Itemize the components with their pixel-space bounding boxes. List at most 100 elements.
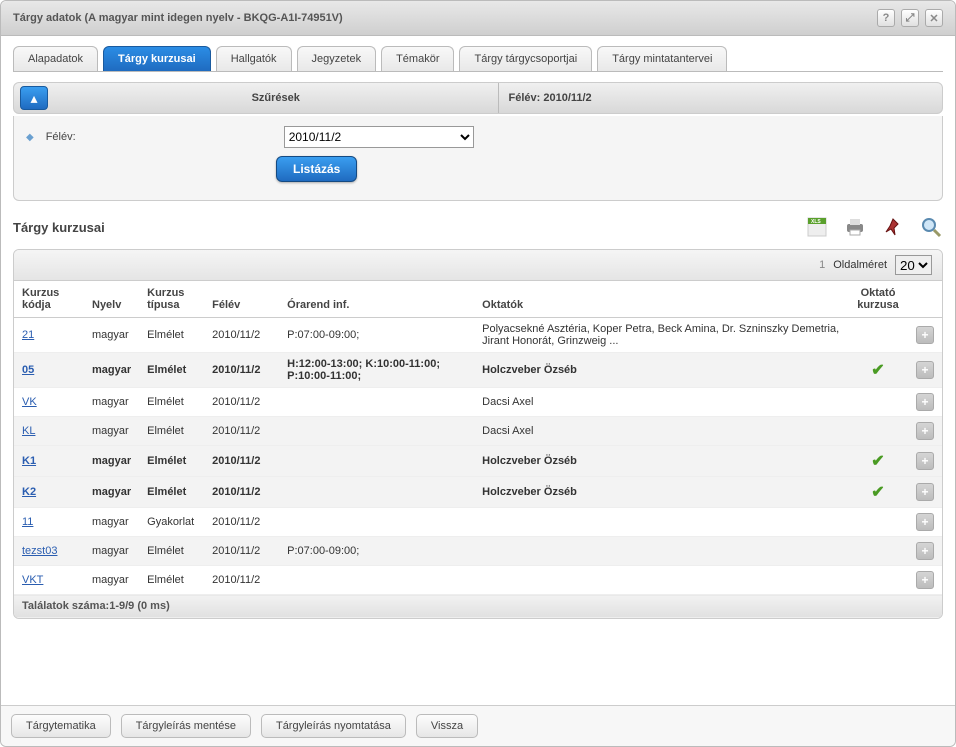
col-own[interactable]: Oktató kurzusa: [848, 281, 908, 318]
bottom-bar: Tárgytematika Tárgyleírás mentése Tárgyleí…: [1, 705, 955, 746]
course-table: Kurzus kódja Nyelv Kurzus típusa Félév Ó…: [14, 281, 942, 618]
cell-teachers: Holczveber Özséb: [474, 477, 848, 508]
tab-tárgy-mintatantervei[interactable]: Tárgy mintatantervei: [597, 46, 727, 71]
cell-type: Elmélet: [139, 477, 204, 508]
tab-jegyzetek[interactable]: Jegyzetek: [297, 46, 377, 71]
tab-tárgy-kurzusai[interactable]: Tárgy kurzusai: [103, 46, 211, 71]
cell-teachers: Polyacsekné Asztéria, Koper Petra, Beck …: [474, 318, 848, 353]
course-code-link[interactable]: K2: [22, 486, 36, 498]
close-icon[interactable]: ✕: [925, 9, 943, 27]
row-expand-button[interactable]: +: [916, 542, 934, 560]
list-button[interactable]: Listázás: [276, 156, 357, 182]
col-type[interactable]: Kurzus típusa: [139, 281, 204, 318]
cell-lang: magyar: [84, 388, 139, 417]
cell-type: Elmélet: [139, 388, 204, 417]
cell-sem: 2010/11/2: [204, 537, 279, 566]
row-expand-button[interactable]: +: [916, 483, 934, 501]
row-expand-button[interactable]: +: [916, 513, 934, 531]
tab-alapadatok[interactable]: Alapadatok: [13, 46, 98, 71]
cell-lang: magyar: [84, 508, 139, 537]
cell-sem: 2010/11/2: [204, 446, 279, 477]
tab-témakör[interactable]: Témakör: [381, 46, 454, 71]
bottom-button-tárgytematika[interactable]: Tárgytematika: [11, 714, 111, 738]
row-expand-button[interactable]: +: [916, 326, 934, 344]
cell-lang: magyar: [84, 537, 139, 566]
pin-icon[interactable]: [881, 215, 905, 239]
export-xls-icon[interactable]: XLS: [805, 215, 829, 239]
course-code-link[interactable]: KL: [22, 425, 35, 437]
row-expand-button[interactable]: +: [916, 571, 934, 589]
cell-type: Elmélet: [139, 446, 204, 477]
cell-sem: 2010/11/2: [204, 353, 279, 388]
tab-hallgatók[interactable]: Hallgatók: [216, 46, 292, 71]
cell-teachers: [474, 537, 848, 566]
course-code-link[interactable]: 21: [22, 329, 34, 341]
pager: 1 Oldalméret 20: [14, 250, 942, 281]
col-lang[interactable]: Nyelv: [84, 281, 139, 318]
table-row: tezst03magyarElmélet2010/11/2P:07:00-09:…: [14, 537, 942, 566]
cell-own: [848, 388, 908, 417]
expand-icon[interactable]: ⤢: [901, 9, 919, 27]
cell-sem: 2010/11/2: [204, 388, 279, 417]
course-code-link[interactable]: 05: [22, 364, 34, 376]
content-area: AlapadatokTárgy kurzusaiHallgatókJegyzet…: [1, 36, 955, 705]
tab-bar: AlapadatokTárgy kurzusaiHallgatókJegyzet…: [13, 46, 943, 72]
course-code-link[interactable]: VKT: [22, 574, 43, 586]
course-code-link[interactable]: tezst03: [22, 545, 57, 557]
table-footer: Találatok száma:1-9/9 (0 ms): [14, 595, 942, 618]
cell-type: Elmélet: [139, 318, 204, 353]
cell-own: [848, 417, 908, 446]
print-icon[interactable]: [843, 215, 867, 239]
bottom-button-tárgyleírás-mentése[interactable]: Tárgyleírás mentése: [121, 714, 251, 738]
col-teachers[interactable]: Oktatók: [474, 281, 848, 318]
cell-sched: [279, 508, 474, 537]
cell-sched: H:12:00-13:00; K:10:00-11:00; P:10:00-11…: [279, 353, 474, 388]
window-title: Tárgy adatok (A magyar mint idegen nyelv…: [13, 12, 343, 24]
filter-header: ▴ Szűrések Félév: 2010/11/2: [13, 82, 943, 114]
col-code[interactable]: Kurzus kódja: [14, 281, 84, 318]
titlebar-actions: ? ⤢ ✕: [877, 9, 943, 27]
tab-tárgy-tárgycsoportjai[interactable]: Tárgy tárgycsoportjai: [459, 46, 592, 71]
cell-lang: magyar: [84, 446, 139, 477]
cell-lang: magyar: [84, 318, 139, 353]
cell-own: ✔: [848, 477, 908, 508]
col-sched[interactable]: Órarend inf.: [279, 281, 474, 318]
svg-text:XLS: XLS: [811, 219, 821, 225]
semester-select[interactable]: 2010/11/2: [284, 126, 474, 148]
row-expand-button[interactable]: +: [916, 422, 934, 440]
section-title: Tárgy kurzusai: [13, 220, 105, 235]
check-icon: ✔: [871, 453, 884, 470]
filter-panel: ◆ Félév: 2010/11/2 Listázás: [13, 116, 943, 201]
semester-label: Félév:: [46, 131, 276, 143]
row-expand-button[interactable]: +: [916, 393, 934, 411]
cell-sched: [279, 417, 474, 446]
course-code-link[interactable]: 11: [22, 516, 33, 528]
cell-own: [848, 508, 908, 537]
page-size-select[interactable]: 20: [895, 255, 932, 275]
cell-sched: [279, 477, 474, 508]
col-sem[interactable]: Félév: [204, 281, 279, 318]
cell-sem: 2010/11/2: [204, 417, 279, 446]
cell-sem: 2010/11/2: [204, 477, 279, 508]
bottom-button-tárgyleírás-nyomtatása[interactable]: Tárgyleírás nyomtatása: [261, 714, 406, 738]
cell-own: [848, 318, 908, 353]
cell-teachers: [474, 566, 848, 595]
cell-lang: magyar: [84, 353, 139, 388]
course-code-link[interactable]: VK: [22, 396, 37, 408]
cell-teachers: [474, 508, 848, 537]
page-number: 1: [819, 259, 825, 271]
course-code-link[interactable]: K1: [22, 455, 36, 467]
cell-sched: P:07:00-09:00;: [279, 537, 474, 566]
row-expand-button[interactable]: +: [916, 361, 934, 379]
cell-own: ✔: [848, 353, 908, 388]
cell-sched: [279, 446, 474, 477]
cell-type: Elmélet: [139, 566, 204, 595]
table-row: VKmagyarElmélet2010/11/2Dacsi Axel+: [14, 388, 942, 417]
bottom-button-vissza[interactable]: Vissza: [416, 714, 478, 738]
collapse-filters-icon[interactable]: ▴: [20, 86, 48, 110]
help-icon[interactable]: ?: [877, 9, 895, 27]
cell-sem: 2010/11/2: [204, 318, 279, 353]
row-expand-button[interactable]: +: [916, 452, 934, 470]
search-icon[interactable]: [919, 215, 943, 239]
filter-heading-right: Félév: 2010/11/2: [499, 92, 943, 104]
